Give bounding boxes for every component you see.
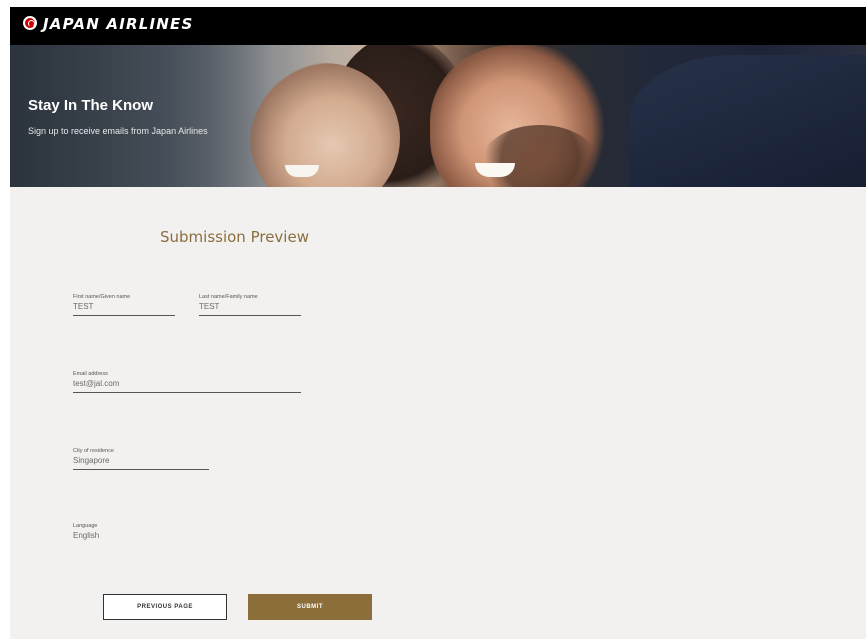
submit-button[interactable]: SUBMIT <box>248 594 372 620</box>
last-name-field: Last name/Family name TEST <box>199 294 301 316</box>
page: JAPAN AIRLINES Stay In The Know Sign up … <box>10 7 866 639</box>
hero-banner: Stay In The Know Sign up to receive emai… <box>10 45 866 187</box>
jal-crane-logo-icon[interactable] <box>23 16 37 30</box>
last-name-value: TEST <box>199 301 301 316</box>
first-name-value: TEST <box>73 301 175 316</box>
language-label: Language <box>73 523 98 529</box>
brand-logo-text[interactable]: JAPAN AIRLINES <box>43 15 193 33</box>
email-value: test@jal.com <box>73 378 301 393</box>
hero-overlay <box>10 45 270 187</box>
previous-page-button[interactable]: PREVIOUS PAGE <box>103 594 227 620</box>
city-label: City of residence <box>73 448 114 454</box>
submission-preview-title: Submission Preview <box>160 228 309 246</box>
hero-title: Stay In The Know <box>28 97 154 114</box>
first-name-field: First name/Given name TEST <box>73 294 175 316</box>
city-value: Singapore <box>73 455 209 470</box>
top-bar: JAPAN AIRLINES <box>10 7 866 45</box>
email-label: Email address <box>73 371 108 377</box>
last-name-label: Last name/Family name <box>199 294 258 300</box>
email-field: Email address test@jal.com <box>73 371 301 393</box>
hero-subtitle: Sign up to receive emails from Japan Air… <box>28 126 208 136</box>
language-value: English <box>73 531 100 540</box>
first-name-label: First name/Given name <box>73 294 131 300</box>
language-field: Language English <box>73 523 193 544</box>
hero-image-shirt <box>630 55 866 187</box>
city-field: City of residence Singapore <box>73 448 209 470</box>
